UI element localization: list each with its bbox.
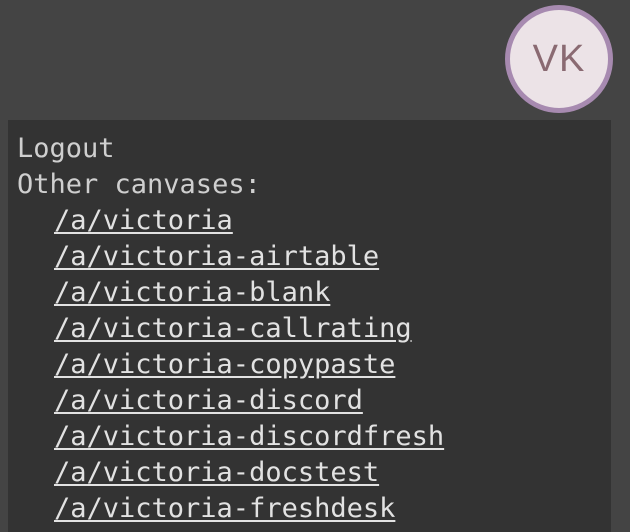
canvas-list-item: /a/victoria-callrating <box>54 311 611 347</box>
canvas-list-item: /a/victoria-discordfresh <box>54 419 611 455</box>
canvas-link-victoria-discordfresh[interactable]: /a/victoria-discordfresh <box>54 421 444 452</box>
canvas-list-item: /a/victoria-copypaste <box>54 347 611 383</box>
user-avatar[interactable]: VK <box>505 5 613 113</box>
canvas-list-item: /a/victoria-discord <box>54 383 611 419</box>
canvas-list-item: /a/victoria-airtable <box>54 239 611 275</box>
canvas-list: /a/victoria /a/victoria-airtable /a/vict… <box>17 203 611 527</box>
canvas-link-victoria-blank[interactable]: /a/victoria-blank <box>54 277 330 308</box>
canvas-list-item: /a/victoria-docstest <box>54 455 611 491</box>
canvas-list-item: /a/victoria-freshdesk <box>54 491 611 527</box>
canvas-link-victoria-discord[interactable]: /a/victoria-discord <box>54 385 363 416</box>
canvas-list-item: /a/victoria-blank <box>54 275 611 311</box>
canvas-link-victoria-callrating[interactable]: /a/victoria-callrating <box>54 313 412 344</box>
canvas-link-victoria[interactable]: /a/victoria <box>54 205 233 236</box>
canvas-link-victoria-docstest[interactable]: /a/victoria-docstest <box>54 457 379 488</box>
canvas-link-victoria-copypaste[interactable]: /a/victoria-copypaste <box>54 349 395 380</box>
user-menu-content: Logout Other canvases: /a/victoria /a/vi… <box>8 120 611 527</box>
canvas-list-item: /a/victoria <box>54 203 611 239</box>
canvas-link-victoria-airtable[interactable]: /a/victoria-airtable <box>54 241 379 272</box>
avatar-initials: VK <box>532 37 586 80</box>
logout-link[interactable]: Logout <box>17 131 611 167</box>
canvas-link-victoria-freshdesk[interactable]: /a/victoria-freshdesk <box>54 493 395 524</box>
user-menu-panel: Logout Other canvases: /a/victoria /a/vi… <box>8 120 611 532</box>
other-canvases-label: Other canvases: <box>17 169 261 200</box>
